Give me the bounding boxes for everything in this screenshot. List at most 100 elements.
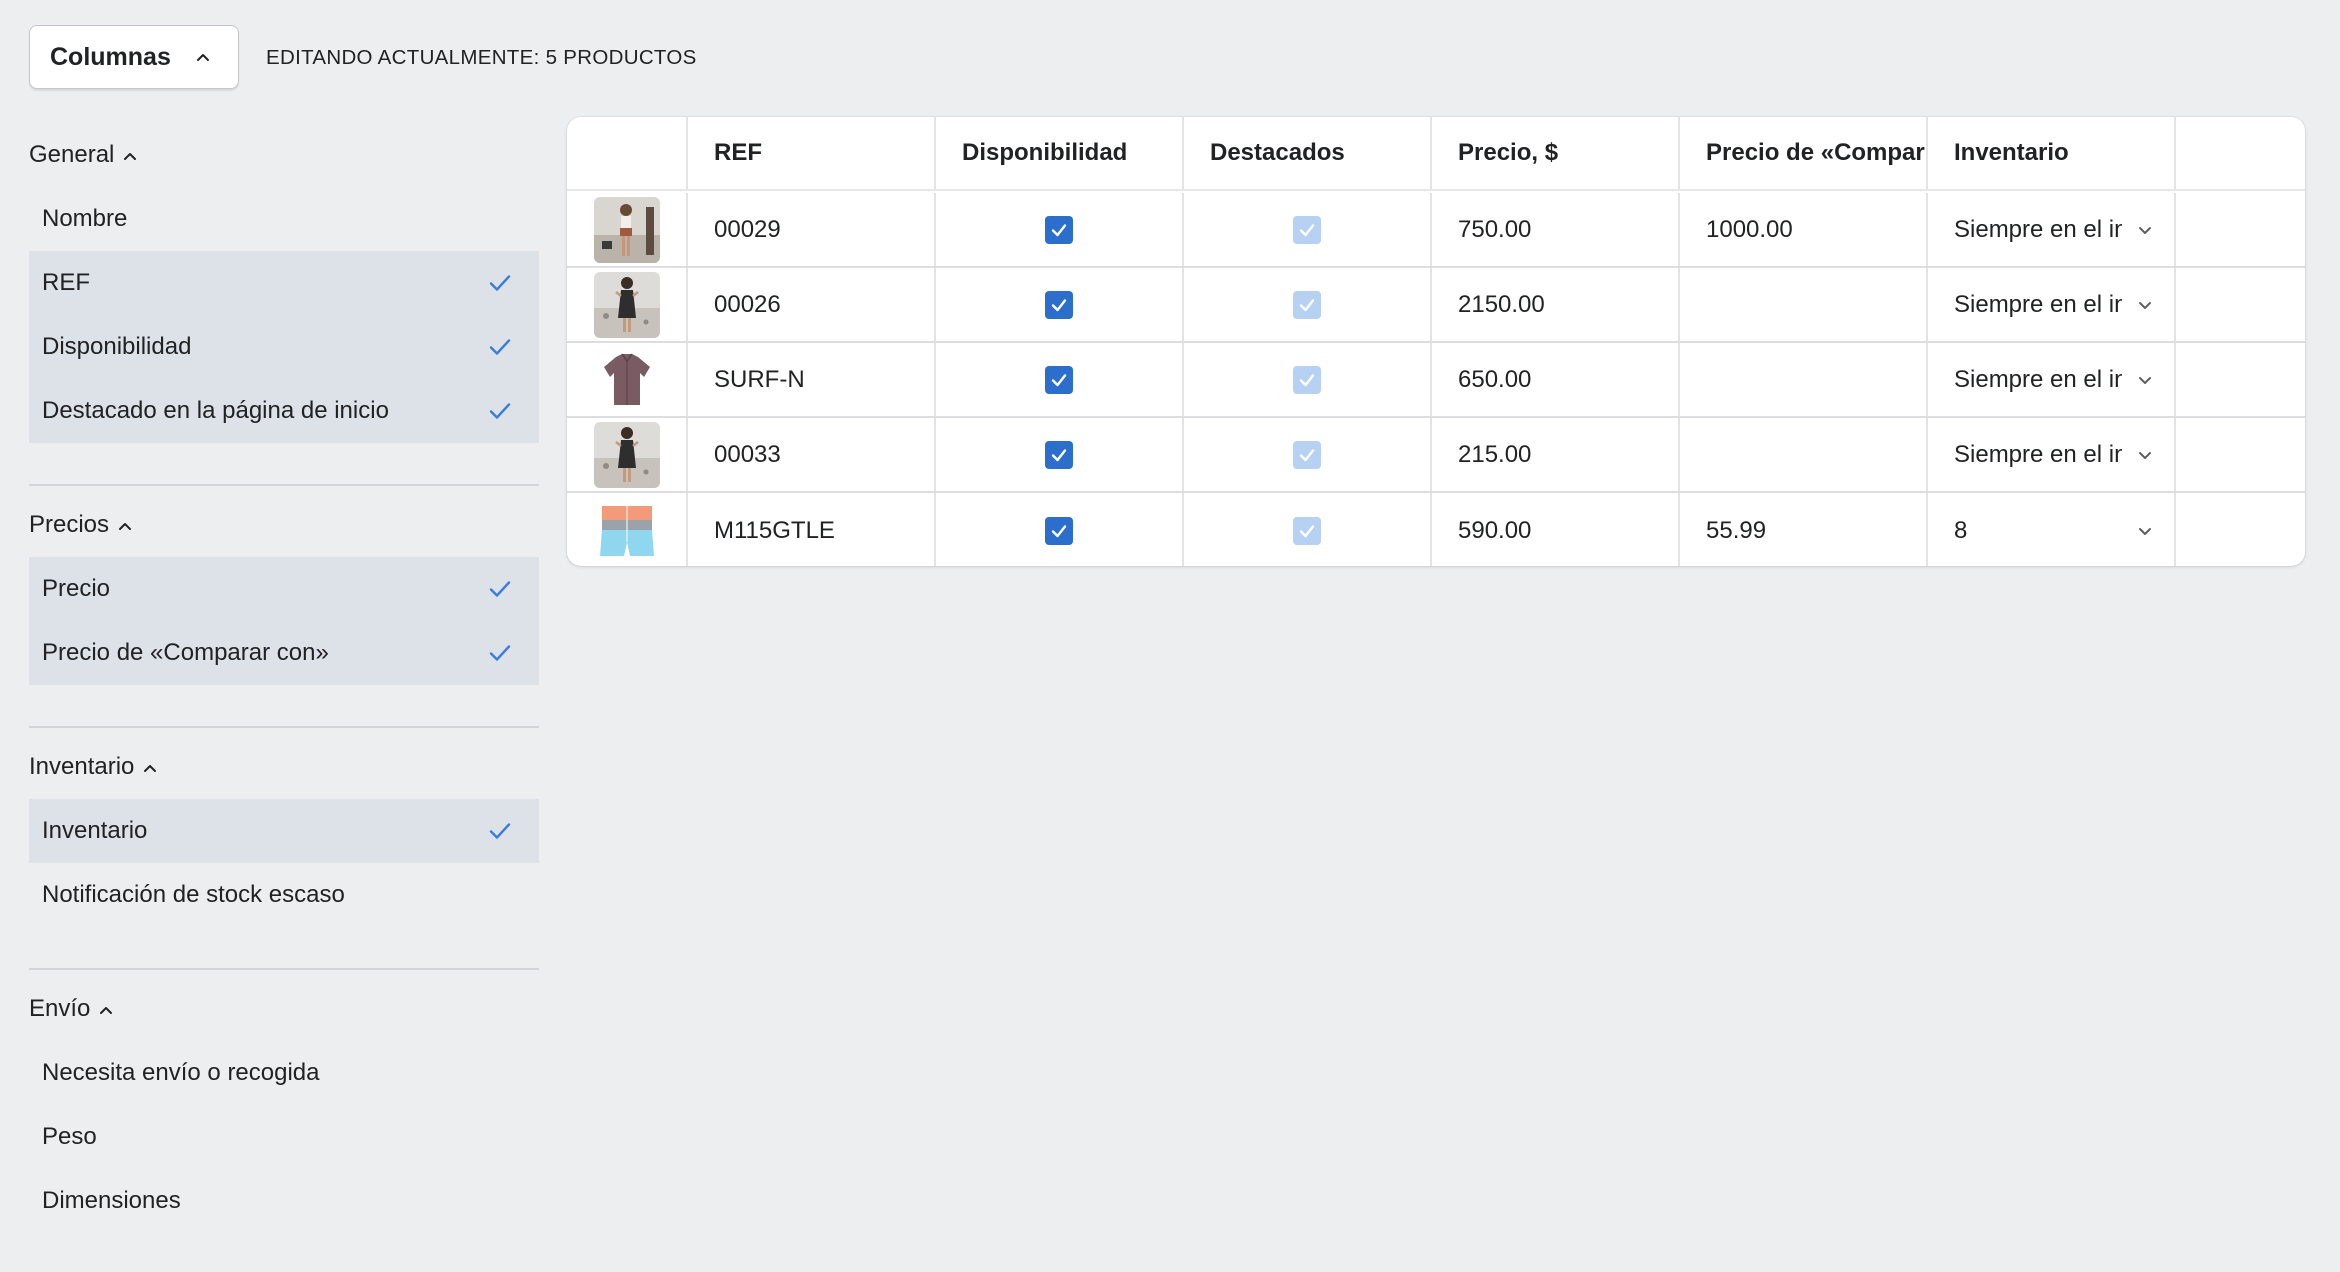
columns-button-label: Columnas xyxy=(50,42,171,71)
column-option-label: Precio de «Comparar con» xyxy=(42,639,329,666)
availability-cell xyxy=(936,268,1184,341)
column-option[interactable]: Destacado en la página de inicio xyxy=(29,379,539,443)
column-group-items: Inventario Notificación de stock escaso xyxy=(29,799,539,927)
checkmark-icon xyxy=(489,645,511,661)
price-cell[interactable]: 2150.00 xyxy=(1432,268,1680,341)
column-group-items: Nombre REF Disponibilidad Destacado en la p… xyxy=(29,187,539,443)
ref-cell[interactable]: 00026 xyxy=(688,268,936,341)
products-table: REF Disponibilidad Destacados Precio, $ … xyxy=(567,117,2305,566)
featured-checkbox[interactable] xyxy=(1293,290,1321,319)
availability-cell xyxy=(936,418,1184,491)
header-image xyxy=(567,117,688,189)
featured-cell xyxy=(1184,268,1432,341)
header-price[interactable]: Precio, $ xyxy=(1432,117,1680,189)
empty-cell xyxy=(2176,343,2305,416)
inventory-value: Siempre en el inventario xyxy=(1954,440,2122,468)
checkmark-icon xyxy=(1051,524,1067,537)
checkmark-icon xyxy=(1299,223,1315,236)
ref-cell[interactable]: SURF-N xyxy=(688,343,936,416)
group-divider xyxy=(29,484,539,486)
availability-checkbox[interactable] xyxy=(1045,290,1073,319)
featured-checkbox[interactable] xyxy=(1293,365,1321,394)
header-empty xyxy=(2176,117,2305,189)
compare-price-cell[interactable]: 55.99 xyxy=(1680,493,1928,566)
header-inventory[interactable]: Inventario xyxy=(1928,117,2176,189)
column-option-label: Precio xyxy=(42,575,111,602)
availability-checkbox[interactable] xyxy=(1045,365,1073,394)
ref-cell[interactable]: 00029 xyxy=(688,193,936,266)
price-cell[interactable]: 750.00 xyxy=(1432,193,1680,266)
inventory-select[interactable]: Siempre en el inventario xyxy=(1928,418,2176,491)
chevron-up-icon xyxy=(119,523,132,530)
column-option[interactable]: Peso xyxy=(29,1105,539,1169)
column-option[interactable]: Nombre xyxy=(29,187,539,251)
availability-cell xyxy=(936,193,1184,266)
column-option[interactable]: Precio de «Comparar con» xyxy=(29,621,539,685)
column-option[interactable]: Inventario xyxy=(29,799,539,863)
column-option[interactable]: Necesita envío o recogida xyxy=(29,1041,539,1105)
featured-checkbox[interactable] xyxy=(1293,440,1321,469)
product-thumbnail-cell xyxy=(567,343,688,416)
checkmark-icon xyxy=(1299,524,1315,537)
header-ref[interactable]: REF xyxy=(688,117,936,189)
column-option[interactable]: Notificación de stock escaso xyxy=(29,863,539,927)
featured-cell xyxy=(1184,418,1432,491)
column-option[interactable]: Precio xyxy=(29,557,539,621)
columns-toggle-button[interactable]: Columnas xyxy=(29,25,239,89)
product-thumbnail xyxy=(593,196,660,263)
empty-cell xyxy=(2176,418,2305,491)
column-group-items: Precio Precio de «Comparar con» xyxy=(29,557,539,685)
column-group-title: Envío xyxy=(29,995,91,1022)
checkmark-icon xyxy=(1299,448,1315,461)
checkmark-icon xyxy=(489,403,511,419)
featured-checkbox[interactable] xyxy=(1293,215,1321,244)
compare-price-cell[interactable] xyxy=(1680,268,1928,341)
bulk-editor-page: Columnas EDITANDO ACTUALMENTE: 5 PRODUCT… xyxy=(0,0,2340,1272)
availability-checkbox[interactable] xyxy=(1045,440,1073,469)
availability-checkbox[interactable] xyxy=(1045,516,1073,545)
table-header-row: REF Disponibilidad Destacados Precio, $ … xyxy=(567,117,2305,191)
product-thumbnail xyxy=(593,497,660,564)
table-row: 00033 215.00 Siempre en el inventario xyxy=(567,418,2305,493)
column-option-label: Inventario xyxy=(42,817,148,844)
column-group-title: General xyxy=(29,141,115,168)
availability-cell xyxy=(936,493,1184,566)
column-option-label: Disponibilidad xyxy=(42,333,192,360)
empty-cell xyxy=(2176,268,2305,341)
column-option[interactable]: Dimensiones xyxy=(29,1169,539,1233)
featured-cell xyxy=(1184,193,1432,266)
column-group-header[interactable]: Envío xyxy=(29,984,114,1034)
compare-price-cell[interactable] xyxy=(1680,418,1928,491)
compare-price-cell[interactable] xyxy=(1680,343,1928,416)
inventory-select[interactable]: Siempre en el inventario xyxy=(1928,193,2176,266)
inventory-select[interactable]: Siempre en el inventario xyxy=(1928,343,2176,416)
price-cell[interactable]: 215.00 xyxy=(1432,418,1680,491)
product-thumbnail-cell xyxy=(567,268,688,341)
column-option-label: Nombre xyxy=(42,205,128,232)
price-cell[interactable]: 590.00 xyxy=(1432,493,1680,566)
header-compare-price[interactable]: Precio de «Compar xyxy=(1680,117,1928,189)
compare-price-cell[interactable]: 1000.00 xyxy=(1680,193,1928,266)
inventory-select[interactable]: Siempre en el inventario xyxy=(1928,268,2176,341)
header-featured[interactable]: Destacados xyxy=(1184,117,1432,189)
product-thumbnail xyxy=(593,346,660,413)
column-option-label: Dimensiones xyxy=(42,1187,181,1214)
column-option[interactable]: Disponibilidad xyxy=(29,315,539,379)
column-group-header[interactable]: Precios xyxy=(29,500,133,550)
column-group-title: Precios xyxy=(29,511,110,538)
ref-cell[interactable]: M115GTLE xyxy=(688,493,936,566)
availability-checkbox[interactable] xyxy=(1045,215,1073,244)
editing-count-label: EDITANDO ACTUALMENTE: 5 PRODUCTOS xyxy=(266,46,697,69)
inventory-select[interactable]: 8 xyxy=(1928,493,2176,566)
column-option[interactable]: REF xyxy=(29,251,539,315)
column-group-header[interactable]: Inventario xyxy=(29,742,158,792)
table-row: 00029 750.001000.00 Siempre en el inventar… xyxy=(567,193,2305,268)
checkmark-icon xyxy=(1299,373,1315,386)
column-group-header[interactable]: General xyxy=(29,130,138,180)
header-availability[interactable]: Disponibilidad xyxy=(936,117,1184,189)
price-cell[interactable]: 650.00 xyxy=(1432,343,1680,416)
featured-checkbox[interactable] xyxy=(1293,516,1321,545)
checkmark-icon xyxy=(489,581,511,597)
ref-cell[interactable]: 00033 xyxy=(688,418,936,491)
chevron-up-icon xyxy=(144,765,157,772)
